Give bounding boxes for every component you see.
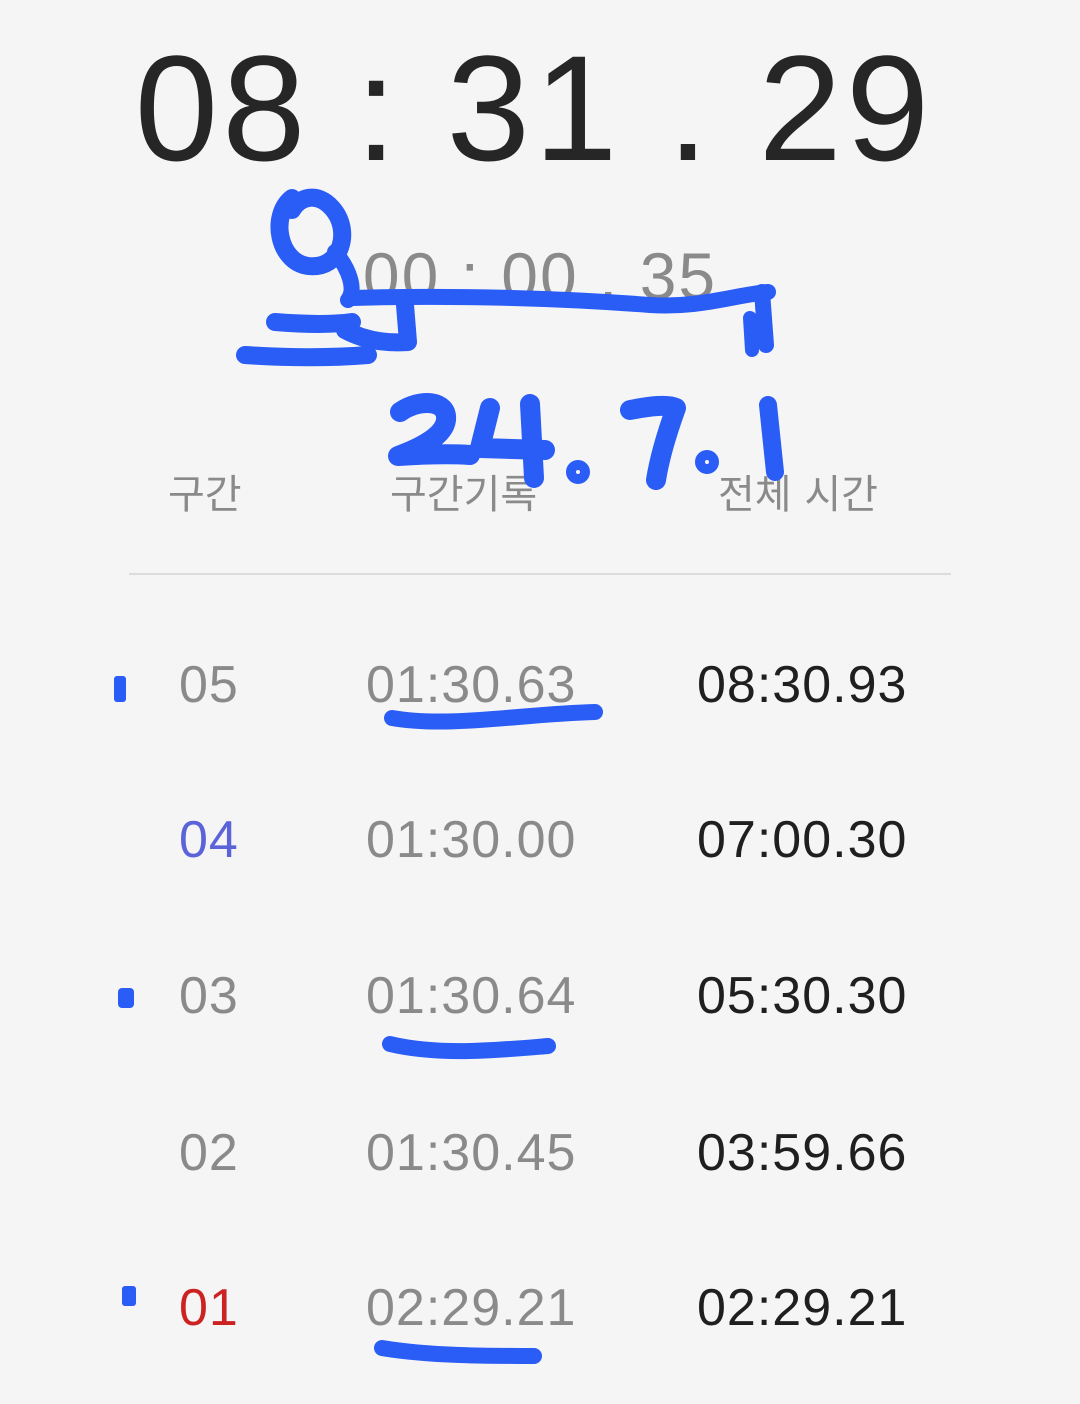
lap-split-time: 01:30.00 <box>366 811 577 869</box>
lap-row: 01 02:29.21 02:29.21 <box>0 1268 1080 1348</box>
lap-split-time: 02:29.21 <box>366 1279 577 1337</box>
stopwatch-screen: 08 : 31 . 29 00 : 00 . 35 구간 구간기록 전체 시간 … <box>0 0 1080 1404</box>
header-divider <box>129 573 951 575</box>
main-elapsed-time: 08 : 31 . 29 <box>134 24 934 192</box>
lap-row: 04 01:30.00 07:00.30 <box>0 800 1080 880</box>
ink-digit-4 <box>520 394 544 488</box>
underline-mark <box>382 1036 556 1060</box>
underline-mark <box>374 1340 542 1364</box>
lap-row: 03 01:30.64 05:30.30 <box>0 956 1080 1036</box>
lap-total-time: 02:29.21 <box>697 1279 908 1337</box>
ink-digit-7 <box>620 395 686 490</box>
ink-digit-1 <box>759 396 784 481</box>
lap-total-time: 05:30.30 <box>697 967 908 1025</box>
lap-split-time: 01:30.64 <box>366 967 577 1025</box>
lap-number: 02 <box>179 1124 239 1182</box>
lap-number: 04 <box>179 811 239 869</box>
ink-digit-4 <box>470 398 555 460</box>
lap-split-time: 01:30.45 <box>366 1124 577 1182</box>
ink-stroke <box>236 346 377 367</box>
lap-row: 02 01:30.45 03:59.66 <box>0 1113 1080 1193</box>
lap-number: 01 <box>179 1279 239 1337</box>
lap-row: 05 01:30.63 08:30.93 <box>0 645 1080 725</box>
lap-total-time: 07:00.30 <box>697 811 908 869</box>
ink-stroke <box>743 311 759 357</box>
header-total-time: 전체 시간 <box>718 472 878 518</box>
lap-number: 05 <box>179 656 239 714</box>
header-lap: 구간 <box>168 472 242 518</box>
ink-stroke <box>266 313 361 333</box>
ink-dot <box>566 460 590 484</box>
header-lap-record: 구간기록 <box>390 472 538 518</box>
lap-number: 03 <box>179 967 239 1025</box>
lap-split-time: 01:30.63 <box>366 656 577 714</box>
current-lap-time: 00 : 00 . 35 <box>362 239 718 313</box>
lap-total-time: 08:30.93 <box>697 656 908 714</box>
lap-total-time: 03:59.66 <box>697 1124 908 1182</box>
ink-digit-2 <box>388 393 480 466</box>
ink-dot <box>695 450 719 474</box>
